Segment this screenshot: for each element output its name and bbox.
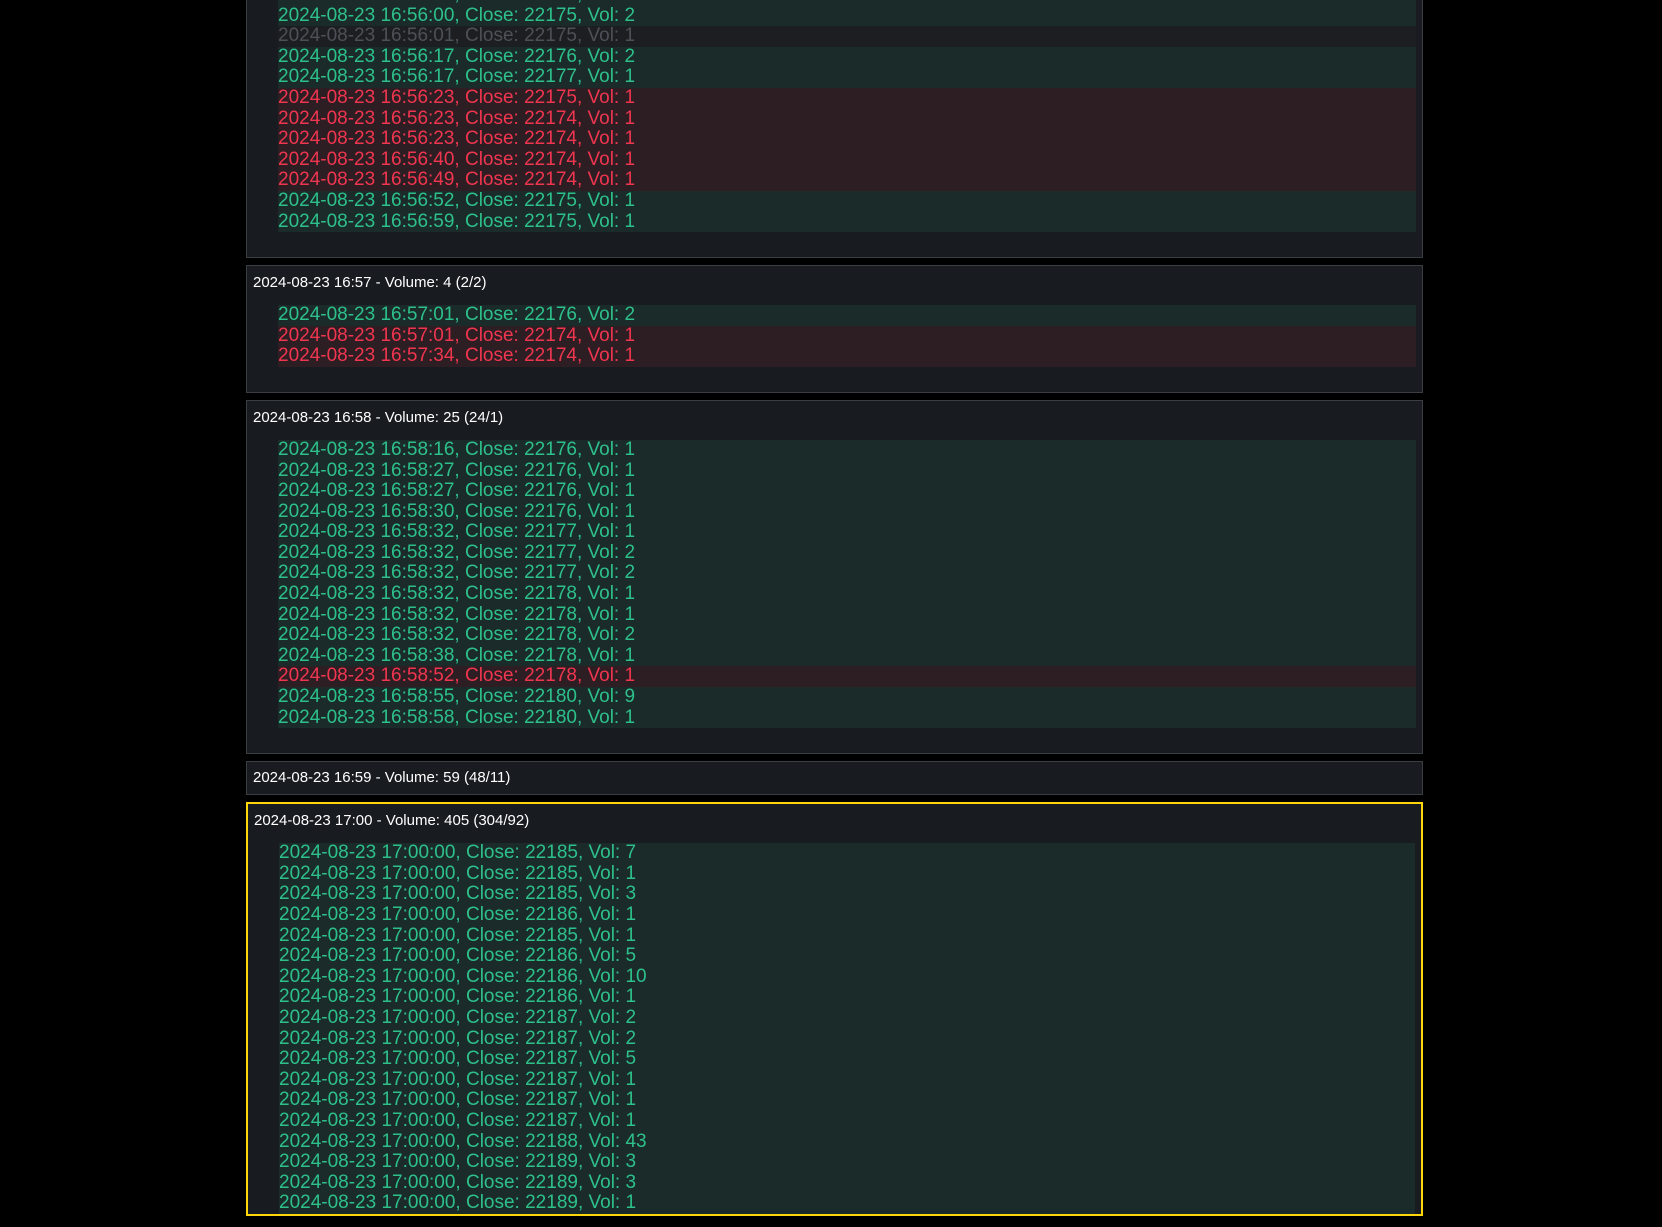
buy-trade-row: 2024-08-23 17:00:00, Close: 22187, Vol: … [279, 1028, 1415, 1050]
trade-list: 2024-08-23 17:00:00, Close: 22185, Vol: … [248, 837, 1421, 1214]
buy-trade-row: 2024-08-23 16:58:27, Close: 22176, Vol: … [278, 460, 1416, 482]
sell-trade-row: 2024-08-23 16:57:34, Close: 22174, Vol: … [278, 346, 1416, 367]
trade-list: 2024-08-23 16:57:01, Close: 22176, Vol: … [247, 299, 1422, 392]
buy-trade-row: 2024-08-23 16:58:16, Close: 22176, Vol: … [278, 439, 1416, 461]
buy-trade-row: 2024-08-23 17:00:00, Close: 22187, Vol: … [279, 1007, 1415, 1029]
minute-group: 2024-08-23 16:59 - Volume: 59 (48/11) [246, 761, 1423, 796]
sell-trade-row: 2024-08-23 16:56:49, Close: 22174, Vol: … [278, 170, 1416, 191]
buy-trade-row: 2024-08-23 17:00:00, Close: 22187, Vol: … [279, 1069, 1415, 1091]
buy-trade-row: 2024-08-23 17:00:00, Close: 22189, Vol: … [279, 1152, 1415, 1173]
buy-trade-row: 2024-08-23 16:58:27, Close: 22176, Vol: … [278, 481, 1416, 502]
minute-group-header[interactable]: 2024-08-23 16:59 - Volume: 59 (48/11) [247, 762, 1422, 794]
minute-group-stack: 2024-08-23 16:56:00, Close: 22175, Vol: … [246, 0, 1423, 1223]
buy-trade-row: 2024-08-23 16:56:59, Close: 22175, Vol: … [278, 211, 1416, 233]
buy-trade-row: 2024-08-23 17:00:00, Close: 22185, Vol: … [279, 884, 1415, 905]
buy-trade-row: 2024-08-23 16:58:38, Close: 22178, Vol: … [278, 645, 1416, 667]
buy-trade-row: 2024-08-23 16:58:32, Close: 22178, Vol: … [278, 625, 1416, 646]
buy-trade-row: 2024-08-23 16:56:17, Close: 22177, Vol: … [278, 67, 1416, 88]
buy-trade-row: 2024-08-23 17:00:00, Close: 22189, Vol: … [279, 1193, 1415, 1214]
sell-trade-row: 2024-08-23 16:58:52, Close: 22178, Vol: … [278, 666, 1416, 688]
buy-trade-row: 2024-08-23 16:58:32, Close: 22177, Vol: … [278, 522, 1416, 543]
minute-group-header[interactable]: 2024-08-23 16:57 - Volume: 4 (2/2) [247, 266, 1422, 299]
minute-group: 2024-08-23 16:58 - Volume: 25 (24/1) 2024… [246, 399, 1423, 755]
sell-trade-row: 2024-08-23 16:56:40, Close: 22174, Vol: … [278, 149, 1416, 171]
sell-trade-row: 2024-08-23 16:56:23, Close: 22174, Vol: … [278, 129, 1416, 150]
buy-trade-row: 2024-08-23 16:56:00, Close: 22175, Vol: … [278, 5, 1416, 27]
buy-trade-row: 2024-08-23 17:00:00, Close: 22187, Vol: … [279, 1110, 1415, 1132]
buy-trade-row: 2024-08-23 16:58:32, Close: 22177, Vol: … [278, 563, 1416, 585]
buy-trade-row: 2024-08-23 17:00:00, Close: 22186, Vol: … [279, 966, 1415, 988]
buy-trade-row: 2024-08-23 16:57:01, Close: 22176, Vol: … [278, 305, 1416, 326]
minute-group: 2024-08-23 16:56:00, Close: 22175, Vol: … [246, 0, 1423, 259]
buy-trade-row: 2024-08-23 17:00:00, Close: 22185, Vol: … [279, 925, 1415, 947]
buy-trade-row: 2024-08-23 17:00:00, Close: 22186, Vol: … [279, 946, 1415, 967]
minute-group: 2024-08-23 16:57 - Volume: 4 (2/2) 2024-0… [246, 265, 1423, 393]
buy-trade-row: 2024-08-23 16:58:58, Close: 22180, Vol: … [278, 707, 1416, 729]
buy-trade-row: 2024-08-23 17:00:00, Close: 22187, Vol: … [279, 1090, 1415, 1111]
buy-trade-row: 2024-08-23 16:58:32, Close: 22178, Vol: … [278, 604, 1416, 626]
minute-group-header[interactable]: 2024-08-23 16:58 - Volume: 25 (24/1) [247, 401, 1422, 434]
sell-trade-row: 2024-08-23 16:56:23, Close: 22174, Vol: … [278, 108, 1416, 130]
buy-trade-row: 2024-08-23 16:58:32, Close: 22178, Vol: … [278, 584, 1416, 605]
sell-trade-row: 2024-08-23 16:57:01, Close: 22174, Vol: … [278, 325, 1416, 347]
buy-trade-row: 2024-08-23 16:58:30, Close: 22176, Vol: … [278, 501, 1416, 523]
buy-trade-row: 2024-08-23 17:00:00, Close: 22185, Vol: … [279, 863, 1415, 885]
buy-trade-row: 2024-08-23 17:00:00, Close: 22187, Vol: … [279, 1049, 1415, 1070]
sell-trade-row: 2024-08-23 16:56:23, Close: 22175, Vol: … [278, 87, 1416, 109]
trade-log-viewport[interactable]: 2024-08-23 16:56:00, Close: 22175, Vol: … [0, 0, 1662, 1227]
buy-trade-row: 2024-08-23 16:56:17, Close: 22176, Vol: … [278, 46, 1416, 68]
buy-trade-row: 2024-08-23 16:58:55, Close: 22180, Vol: … [278, 687, 1416, 708]
buy-trade-row: 2024-08-23 16:56:52, Close: 22175, Vol: … [278, 190, 1416, 212]
trade-list: 2024-08-23 16:56:00, Close: 22175, Vol: … [247, 0, 1422, 257]
buy-trade-row: 2024-08-23 17:00:00, Close: 22189, Vol: … [279, 1172, 1415, 1194]
buy-trade-row: 2024-08-23 17:00:00, Close: 22186, Vol: … [279, 987, 1415, 1008]
minute-group-header[interactable]: 2024-08-23 17:00 - Volume: 405 (304/92) [248, 804, 1421, 837]
buy-trade-row: 2024-08-23 17:00:00, Close: 22185, Vol: … [279, 843, 1415, 864]
neutral-trade-row: 2024-08-23 16:56:01, Close: 22175, Vol: … [278, 26, 1416, 47]
minute-group-current: 2024-08-23 17:00 - Volume: 405 (304/92) 2… [246, 802, 1423, 1216]
buy-trade-row: 2024-08-23 16:58:32, Close: 22177, Vol: … [278, 542, 1416, 564]
buy-trade-row: 2024-08-23 17:00:00, Close: 22188, Vol: … [279, 1131, 1415, 1153]
buy-trade-row: 2024-08-23 17:00:00, Close: 22186, Vol: … [279, 905, 1415, 926]
trade-list: 2024-08-23 16:58:16, Close: 22176, Vol: … [247, 434, 1422, 753]
